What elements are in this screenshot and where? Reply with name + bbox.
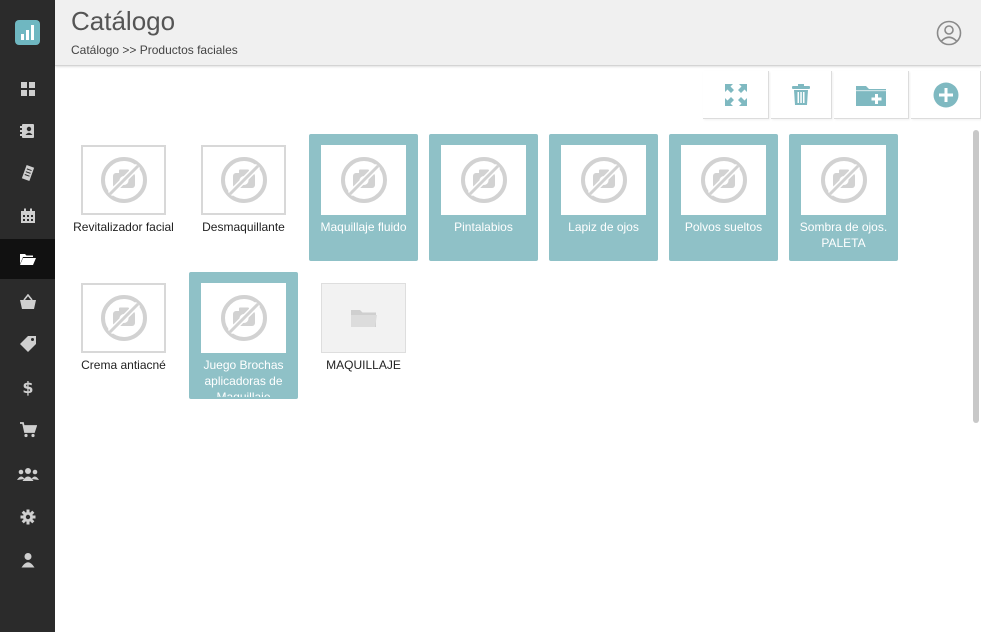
users-icon	[16, 468, 39, 481]
sidebar-item-profile[interactable]	[0, 540, 55, 580]
sidebar-item-catalog[interactable]	[0, 239, 55, 279]
delete-button[interactable]	[771, 71, 832, 119]
folder-plus-icon	[856, 85, 886, 106]
address-book-icon	[19, 124, 34, 138]
tile-label: Maquillaje fluido	[320, 220, 407, 234]
tile-label: MAQUILLAJE	[326, 358, 401, 372]
grid-icon	[20, 82, 35, 96]
product-tile[interactable]: Pintalabios	[429, 134, 538, 261]
sidebar-item-cart[interactable]	[0, 410, 55, 450]
tile-label: Polvos sueltos	[684, 220, 763, 234]
tile-label: Desmaquillante	[202, 220, 285, 234]
no-image-icon	[460, 157, 507, 203]
no-image-icon	[100, 295, 147, 341]
tile-label: Pintalabios	[454, 220, 513, 234]
product-tile[interactable]: Juego Brochas aplicadoras de Maquillaje	[189, 272, 298, 399]
product-thumbnail	[81, 145, 166, 215]
dollar-icon: $	[22, 378, 33, 396]
product-thumbnail	[321, 145, 406, 215]
cart-icon	[19, 422, 37, 438]
product-thumbnail	[201, 283, 286, 353]
tile-label: Revitalizador facial	[73, 220, 174, 234]
no-image-icon	[340, 157, 387, 203]
trash-icon	[792, 83, 810, 105]
product-tile[interactable]: Revitalizador facial	[69, 134, 178, 261]
sidebar-item-calendar[interactable]	[0, 196, 55, 236]
bar-chart-icon	[21, 25, 34, 40]
sidebar-item-users[interactable]	[0, 454, 55, 494]
folder-tile[interactable]: MAQUILLAJE	[309, 272, 418, 399]
page-title: Catálogo	[71, 6, 176, 36]
plus-circle-icon	[933, 82, 958, 107]
product-thumbnail	[561, 145, 646, 215]
sidebar: $	[0, 0, 55, 632]
add-button[interactable]	[911, 71, 981, 119]
product-tile[interactable]: Lapiz de ojos	[549, 134, 658, 261]
receipt-icon	[21, 165, 34, 181]
folder-thumbnail	[321, 283, 406, 353]
app-window: $ Catálogo Catálogo >> Productos faciale…	[0, 0, 981, 632]
folder-icon	[350, 310, 377, 327]
product-tile[interactable]: Sombra de ojos. PALETA	[789, 134, 898, 261]
product-thumbnail	[801, 145, 886, 215]
no-image-icon	[100, 157, 147, 203]
sidebar-item-payments[interactable]: $	[0, 367, 55, 407]
product-thumbnail	[81, 283, 166, 353]
gear-icon	[20, 509, 35, 525]
product-thumbnail	[681, 145, 766, 215]
folder-open-icon	[19, 254, 36, 265]
tile-label: Crema antiacné	[81, 358, 166, 372]
page-header: Catálogo Catálogo >> Productos faciales	[55, 0, 981, 66]
user-icon	[21, 553, 34, 568]
product-tile[interactable]: Maquillaje fluido	[309, 134, 418, 261]
sidebar-item-dashboard[interactable]	[0, 69, 55, 109]
product-thumbnail	[201, 145, 286, 215]
product-tile[interactable]: Polvos sueltos	[669, 134, 778, 261]
no-image-icon	[220, 295, 267, 341]
calendar-icon	[20, 208, 35, 223]
app-logo[interactable]	[15, 20, 40, 45]
sidebar-item-settings[interactable]	[0, 497, 55, 537]
expand-button[interactable]	[703, 71, 769, 119]
product-thumbnail	[441, 145, 526, 215]
product-tile[interactable]: Crema antiacné	[69, 272, 178, 399]
no-image-icon	[220, 157, 267, 203]
expand-icon	[724, 83, 747, 106]
sidebar-item-tags[interactable]	[0, 324, 55, 364]
tag-icon	[19, 336, 36, 352]
no-image-icon	[820, 157, 867, 203]
tile-label: Lapiz de ojos	[568, 220, 639, 234]
basket-icon	[19, 294, 36, 309]
vertical-scrollbar[interactable]	[973, 130, 979, 423]
sidebar-item-shop[interactable]	[0, 282, 55, 322]
svg-text:$: $	[22, 378, 33, 396]
breadcrumb[interactable]: Catálogo >> Productos faciales	[71, 43, 238, 57]
sidebar-item-contacts[interactable]	[0, 111, 55, 151]
new-folder-button[interactable]	[834, 71, 909, 119]
sidebar-item-tickets[interactable]	[0, 153, 55, 193]
tile-label: Juego Brochas aplicadoras de Maquillaje	[203, 358, 284, 397]
user-avatar-button[interactable]	[936, 20, 962, 46]
user-circle-icon	[936, 20, 962, 46]
no-image-icon	[700, 157, 747, 203]
product-tile[interactable]: Desmaquillante	[189, 134, 298, 261]
no-image-icon	[580, 157, 627, 203]
tile-label: Sombra de ojos. PALETA	[799, 220, 888, 250]
